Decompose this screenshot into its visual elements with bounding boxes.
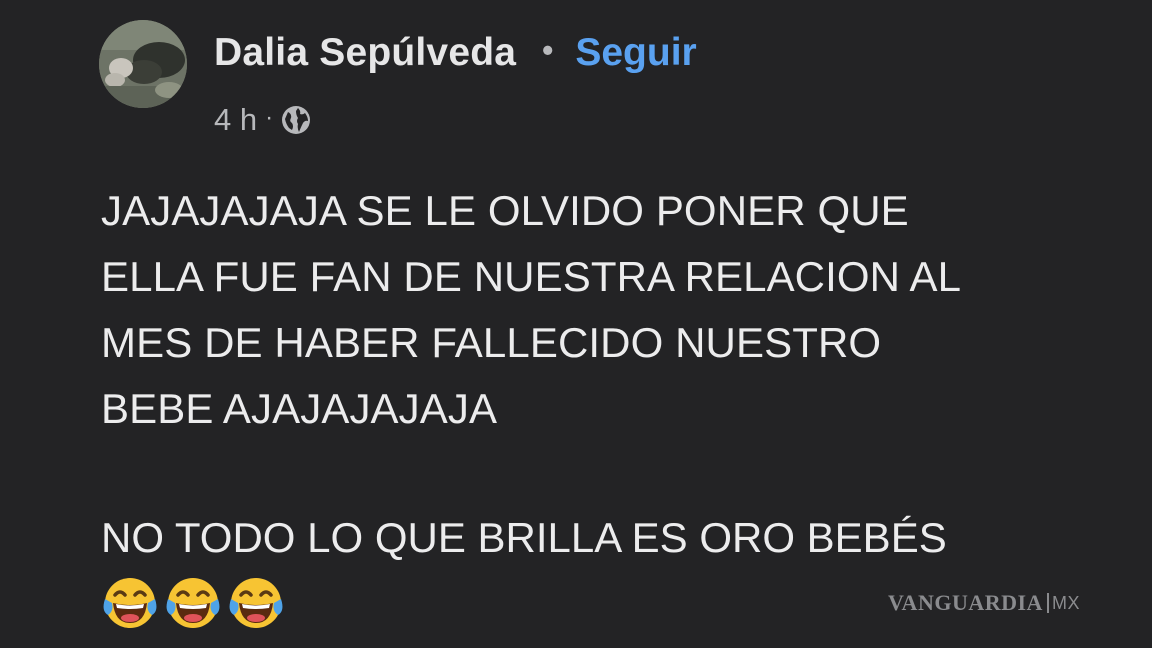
watermark: VANGUARDIA MX (888, 590, 1080, 616)
author-name[interactable]: Dalia Sepúlveda (214, 31, 516, 75)
emoji-row (100, 573, 286, 633)
avatar[interactable] (99, 20, 187, 108)
avatar-photo (99, 20, 187, 108)
facebook-post: Dalia Sepúlveda • Seguir 4 h · JAJAJAJAJ… (0, 0, 1152, 648)
post-text-closing: NO TODO LO QUE BRILLA ES ORO BEBÉS (101, 514, 947, 561)
post-header: Dalia Sepúlveda • Seguir (214, 28, 697, 78)
face-with-tears-of-joy-icon (229, 578, 283, 628)
watermark-suffix: MX (1051, 592, 1080, 613)
header-separator: • (542, 31, 554, 68)
post-text: JAJAJAJAJA SE LE OLVIDO PONER QUE ELLA F… (101, 187, 962, 432)
post-meta: 4 h · (214, 100, 313, 140)
watermark-divider (1046, 593, 1049, 613)
post-timestamp[interactable]: 4 h (214, 102, 257, 138)
face-with-tears-of-joy-icon (103, 578, 157, 628)
watermark-brand: VANGUARDIA (888, 590, 1043, 615)
meta-separator: · (265, 104, 274, 131)
follow-button[interactable]: Seguir (575, 31, 696, 75)
face-with-tears-of-joy-icon (166, 578, 220, 628)
globe-icon (279, 103, 313, 137)
